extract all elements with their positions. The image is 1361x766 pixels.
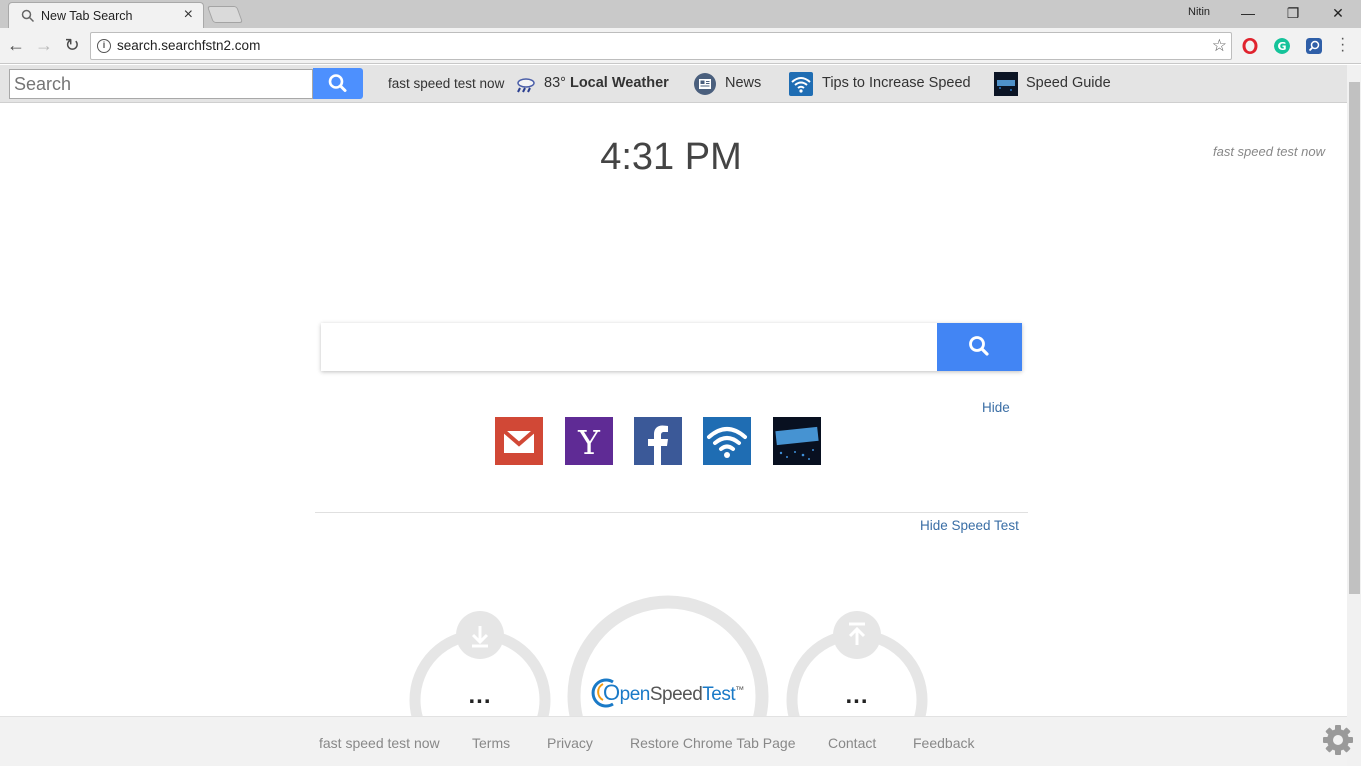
search-extension-icon[interactable] bbox=[1306, 38, 1322, 54]
address-bar[interactable]: i search.searchfstn2.com ☆ bbox=[90, 32, 1232, 60]
corner-speed-test-link[interactable]: fast speed test now bbox=[1213, 144, 1325, 159]
tab-strip: New Tab Search × Nitin — ❐ ✕ bbox=[0, 0, 1361, 28]
footer-feedback-link[interactable]: Feedback bbox=[913, 735, 974, 751]
info-icon[interactable]: i bbox=[97, 39, 111, 53]
extension-search-input[interactable] bbox=[9, 69, 313, 99]
logo-text-pen: pen bbox=[619, 684, 651, 705]
tab-new-tab-search[interactable]: New Tab Search × bbox=[8, 2, 204, 28]
main-search-button[interactable] bbox=[937, 323, 1022, 371]
tab-title: New Tab Search bbox=[41, 9, 133, 23]
local-weather-label: Local Weather bbox=[569, 75, 669, 91]
download-value: ... bbox=[468, 682, 492, 709]
close-window-button[interactable]: ✕ bbox=[1316, 3, 1360, 25]
main-search-input[interactable] bbox=[321, 323, 937, 371]
url-text[interactable]: search.searchfstn2.com bbox=[117, 38, 260, 53]
speed-icon[interactable] bbox=[773, 417, 821, 465]
fast-speed-test-link[interactable]: fast speed test now bbox=[388, 76, 504, 91]
logo-text-speed: Speed bbox=[649, 684, 703, 705]
forward-button[interactable]: → bbox=[33, 34, 55, 56]
footer-restore-chrome-tab-link[interactable]: Restore Chrome Tab Page bbox=[630, 735, 796, 751]
search-icon bbox=[21, 9, 35, 23]
back-button[interactable]: ← bbox=[5, 34, 27, 56]
temperature-text: 83° bbox=[544, 75, 570, 91]
gear-icon[interactable] bbox=[1322, 724, 1354, 756]
main-search-box bbox=[321, 323, 1022, 371]
hide-speed-test-link[interactable]: Hide Speed Test bbox=[920, 518, 1019, 533]
speed-test-widget: ... ... OpenSpeedTest™ bbox=[400, 590, 940, 716]
browser-toolbar: ← → ↻ i search.searchfstn2.com ☆ G · · · bbox=[0, 28, 1361, 64]
logo-letter-o: O bbox=[603, 680, 620, 705]
search-icon bbox=[328, 74, 347, 92]
news-icon bbox=[694, 73, 716, 95]
facebook-icon[interactable] bbox=[634, 417, 682, 465]
section-divider bbox=[315, 512, 1028, 513]
page-scrollbar-thumb[interactable] bbox=[1349, 82, 1360, 594]
footer: fast speed test now Terms Privacy Restor… bbox=[0, 716, 1347, 766]
svg-text:Y: Y bbox=[577, 423, 601, 462]
wifi-icon bbox=[789, 72, 813, 96]
speed-guide-icon bbox=[994, 72, 1018, 96]
search-icon bbox=[969, 336, 989, 356]
news-link[interactable]: News bbox=[725, 75, 761, 91]
minimize-button[interactable]: — bbox=[1226, 3, 1270, 25]
upload-value: ... bbox=[845, 682, 869, 709]
svg-text:G: G bbox=[1277, 40, 1286, 53]
local-weather-link[interactable]: 83° Local Weather bbox=[544, 75, 669, 91]
hide-tiles-link[interactable]: Hide bbox=[982, 400, 1010, 415]
reload-button[interactable]: ↻ bbox=[61, 34, 83, 56]
bookmark-star-icon[interactable]: ☆ bbox=[1212, 36, 1227, 56]
wifi-icon[interactable] bbox=[703, 417, 751, 465]
logo-trademark: ™ bbox=[735, 684, 744, 695]
opera-extension-icon[interactable] bbox=[1242, 38, 1258, 54]
footer-contact-link[interactable]: Contact bbox=[828, 735, 876, 751]
weather-icon bbox=[517, 78, 535, 93]
logo-text-test: Test bbox=[702, 684, 736, 705]
tab-close-icon[interactable]: × bbox=[184, 6, 193, 24]
new-tab-button[interactable] bbox=[206, 6, 244, 23]
speed-guide-link[interactable]: Speed Guide bbox=[1026, 75, 1111, 91]
gmail-icon[interactable] bbox=[495, 417, 543, 465]
footer-privacy-link[interactable]: Privacy bbox=[547, 735, 593, 751]
yahoo-icon[interactable]: Y bbox=[565, 417, 613, 465]
profile-name[interactable]: Nitin bbox=[1188, 6, 1210, 18]
extension-bar: fast speed test now 83° Local Weather Ne… bbox=[0, 65, 1347, 103]
chrome-menu-icon[interactable]: · · · bbox=[1340, 31, 1346, 59]
clock: 4:31 PM bbox=[600, 136, 742, 178]
openspeedtest-wordmark: OpenSpeedTest™ bbox=[603, 680, 744, 706]
tips-increase-speed-link[interactable]: Tips to Increase Speed bbox=[822, 75, 971, 91]
restore-button[interactable]: ❐ bbox=[1271, 3, 1315, 25]
footer-terms-link[interactable]: Terms bbox=[472, 735, 510, 751]
grammarly-extension-icon[interactable]: G bbox=[1274, 38, 1290, 54]
extension-search-button[interactable] bbox=[313, 68, 363, 99]
footer-fast-speed-test-link[interactable]: fast speed test now bbox=[319, 735, 440, 751]
